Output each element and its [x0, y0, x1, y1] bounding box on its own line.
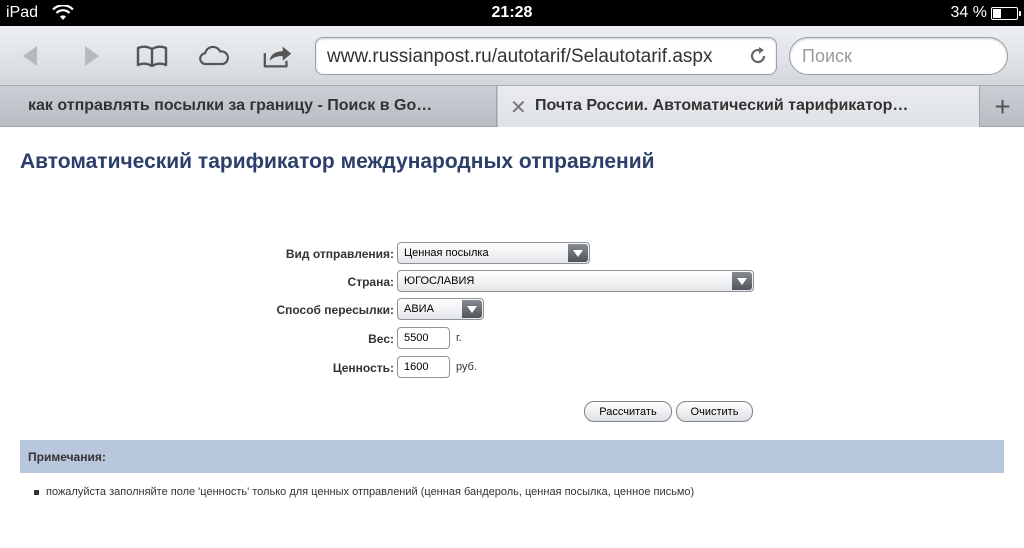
battery-icon [991, 7, 1021, 20]
list-item: пожалуйста заполняйте поле 'ценность' то… [34, 486, 695, 498]
shipping-method-select[interactable]: АВИА [397, 298, 484, 320]
form-row-declared-value: Ценность: 1600 руб. [0, 356, 1024, 380]
search-field[interactable] [789, 37, 1008, 75]
weight-unit: г. [456, 332, 462, 344]
declared-value-unit: руб. [456, 361, 477, 373]
icloud-tabs-icon[interactable] [198, 40, 230, 72]
country-select[interactable]: ЮГОСЛАВИЯ [397, 270, 754, 292]
bullet [34, 490, 39, 495]
back-icon[interactable] [14, 40, 46, 72]
shipment-type-select[interactable]: Ценная посылка [397, 242, 590, 264]
form-row-shipping-method: Способ пересылки: АВИА [0, 298, 1024, 322]
country-label: Страна: [347, 275, 394, 289]
close-tab-icon[interactable]: ✕ [510, 95, 527, 120]
page-title: Автоматический тарификатор международных… [20, 150, 655, 173]
tab-google-search[interactable]: как отправлять посылки за границу - Поис… [0, 86, 497, 127]
calculate-button[interactable]: Рассчитать [584, 401, 672, 422]
status-bar: iPad 21:28 34 % [0, 0, 1024, 26]
battery-fill [993, 9, 1001, 18]
declared-value-label: Ценность: [332, 361, 394, 375]
address-bar[interactable]: www.russianpost.ru/autotarif/Selautotari… [315, 37, 777, 75]
new-tab-icon[interactable]: + [981, 86, 1024, 127]
forward-icon[interactable] [76, 40, 108, 72]
clear-button[interactable]: Очистить [676, 401, 753, 422]
search-input[interactable] [802, 46, 997, 67]
weight-input[interactable]: 5500 [397, 327, 450, 349]
country-value: ЮГОСЛАВИЯ [404, 275, 475, 287]
shipment-type-label: Вид отправления: [285, 247, 394, 261]
url-text: www.russianpost.ru/autotarif/Selautotari… [327, 46, 713, 67]
battery-percentage: 34 % [950, 4, 987, 21]
form-row-weight: Вес: 5500 г. [0, 327, 1024, 351]
tab-russian-post[interactable]: ✕ Почта России. Автоматический тарификат… [498, 86, 980, 127]
bookmarks-icon[interactable] [136, 40, 168, 72]
chevron-down-icon [732, 272, 752, 290]
weight-label: Вес: [368, 332, 394, 346]
reload-icon[interactable] [748, 46, 768, 66]
form-row-shipment-type: Вид отправления: Ценная посылка [0, 242, 1024, 266]
browser-toolbar: www.russianpost.ru/autotarif/Selautotari… [0, 26, 1024, 86]
shipping-method-value: АВИА [404, 303, 434, 315]
form-row-country: Страна: ЮГОСЛАВИЯ [0, 270, 1024, 294]
note-text: пожалуйста заполняйте поле 'ценность' то… [46, 486, 695, 498]
share-icon[interactable] [262, 40, 294, 72]
declared-value-input[interactable]: 1600 [397, 356, 450, 378]
notes-title: Примечания: [28, 450, 106, 464]
chevron-down-icon [568, 244, 588, 262]
notes-header: Примечания: [20, 440, 1004, 473]
clock: 21:28 [491, 4, 533, 21]
chevron-down-icon [462, 300, 482, 318]
tab-label: Почта России. Автоматический тарификатор… [535, 97, 909, 114]
tab-label: как отправлять посылки за границу - Поис… [28, 97, 433, 114]
shipment-type-value: Ценная посылка [404, 247, 489, 259]
tab-bar: как отправлять посылки за границу - Поис… [0, 86, 1024, 127]
shipping-method-label: Способ пересылки: [276, 303, 394, 317]
